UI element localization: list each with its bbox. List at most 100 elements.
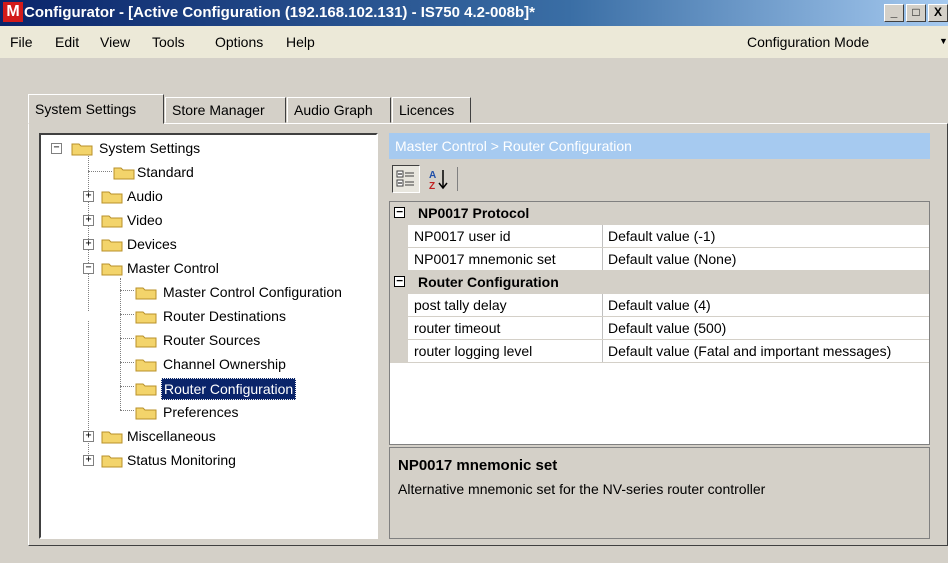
row-margin bbox=[390, 294, 408, 317]
collapse-icon[interactable]: − bbox=[51, 143, 62, 154]
folder-icon bbox=[135, 359, 157, 372]
folder-icon bbox=[135, 335, 157, 348]
menu-tools[interactable]: Tools bbox=[152, 34, 185, 50]
tree-label: Standard bbox=[137, 164, 194, 180]
property-grid[interactable]: − NP0017 Protocol NP0017 user id Default… bbox=[389, 201, 930, 445]
expand-icon[interactable]: + bbox=[83, 239, 94, 250]
expand-icon[interactable]: + bbox=[83, 215, 94, 226]
tree-node-router-destinations[interactable]: Router Destinations bbox=[41, 306, 371, 326]
menu-view[interactable]: View bbox=[100, 34, 130, 50]
property-value[interactable]: Default value (None) bbox=[602, 248, 736, 271]
category-router-configuration[interactable]: − Router Configuration bbox=[390, 271, 929, 294]
folder-icon bbox=[135, 311, 157, 324]
tree-label: Devices bbox=[127, 236, 177, 252]
category-np0017-protocol[interactable]: − NP0017 Protocol bbox=[390, 202, 929, 225]
tree-node-system-settings[interactable]: − System Settings bbox=[41, 138, 371, 158]
row-margin bbox=[390, 248, 408, 271]
categorized-icon bbox=[396, 170, 414, 187]
menu-file[interactable]: File bbox=[10, 34, 33, 50]
property-row[interactable]: post tally delay Default value (4) bbox=[390, 294, 929, 317]
minimize-button[interactable]: _ bbox=[884, 4, 904, 22]
tab-system-settings[interactable]: System Settings bbox=[28, 94, 164, 124]
property-name: NP0017 user id bbox=[414, 228, 511, 244]
menu-help[interactable]: Help bbox=[286, 34, 315, 50]
collapse-icon[interactable]: − bbox=[83, 263, 94, 274]
tree-node-standard[interactable]: Standard bbox=[41, 162, 371, 182]
tab-audio-graph[interactable]: Audio Graph bbox=[287, 97, 391, 123]
property-grid-toolbar: A Z bbox=[389, 159, 930, 201]
folder-icon bbox=[101, 191, 123, 204]
help-panel: NP0017 mnemonic set Alternative mnemonic… bbox=[389, 447, 930, 539]
folder-icon bbox=[135, 287, 157, 300]
property-value[interactable]: Default value (Fatal and important messa… bbox=[602, 340, 891, 363]
row-separator bbox=[408, 362, 929, 363]
category-label: NP0017 Protocol bbox=[418, 205, 530, 221]
folder-icon bbox=[101, 431, 123, 444]
row-margin bbox=[390, 340, 408, 363]
close-button[interactable]: X bbox=[928, 4, 948, 22]
mode-select[interactable]: Configuration Mode ▼ bbox=[735, 26, 948, 58]
tree-node-channel-ownership[interactable]: Channel Ownership bbox=[41, 354, 371, 374]
tree-node-miscellaneous[interactable]: + Miscellaneous bbox=[41, 426, 371, 446]
tree-node-master-control[interactable]: − Master Control bbox=[41, 258, 371, 278]
tree-node-master-control-configuration[interactable]: Master Control Configuration bbox=[41, 282, 376, 302]
tree-node-router-sources[interactable]: Router Sources bbox=[41, 330, 371, 350]
property-row[interactable]: router logging level Default value (Fata… bbox=[390, 340, 929, 363]
category-label: Router Configuration bbox=[418, 274, 559, 290]
property-name: router timeout bbox=[414, 320, 501, 336]
tree-node-router-configuration[interactable]: Router Configuration bbox=[41, 378, 371, 400]
categorized-button[interactable] bbox=[392, 165, 420, 193]
property-value[interactable]: Default value (4) bbox=[602, 294, 711, 317]
tree-label: System Settings bbox=[99, 140, 201, 156]
dropdown-arrow-icon[interactable]: ▼ bbox=[939, 36, 948, 46]
svg-text:A: A bbox=[429, 170, 436, 181]
maximize-button[interactable]: □ bbox=[906, 4, 926, 22]
settings-tree[interactable]: − System Settings Standard + Audio + Vid… bbox=[39, 133, 378, 539]
property-value[interactable]: Default value (-1) bbox=[602, 225, 715, 248]
property-row[interactable]: NP0017 mnemonic set Default value (None) bbox=[390, 248, 929, 271]
expand-icon[interactable]: + bbox=[83, 191, 94, 202]
window-title: Configurator - [Active Configuration (19… bbox=[24, 4, 535, 21]
title-bar: M Configurator - [Active Configuration (… bbox=[0, 0, 948, 26]
folder-icon bbox=[135, 407, 157, 420]
tree-label: Status Monitoring bbox=[127, 452, 236, 468]
property-row[interactable]: NP0017 user id Default value (-1) bbox=[390, 225, 929, 248]
expand-icon[interactable]: + bbox=[83, 455, 94, 466]
help-description: Alternative mnemonic set for the NV-seri… bbox=[398, 481, 766, 497]
collapse-category-icon[interactable]: − bbox=[394, 275, 405, 287]
folder-icon bbox=[101, 215, 123, 228]
collapse-category-icon[interactable]: − bbox=[394, 206, 405, 218]
menu-edit[interactable]: Edit bbox=[55, 34, 79, 50]
tree-node-audio[interactable]: + Audio bbox=[41, 186, 371, 206]
property-row[interactable]: router timeout Default value (500) bbox=[390, 317, 929, 340]
window-controls: _ □ X bbox=[882, 4, 948, 22]
tree-label: Master Control bbox=[127, 260, 219, 276]
tree-node-video[interactable]: + Video bbox=[41, 210, 371, 230]
folder-icon bbox=[101, 263, 123, 276]
tree-label-selected: Router Configuration bbox=[161, 378, 297, 400]
expand-icon[interactable]: + bbox=[83, 431, 94, 442]
mode-select-value: Configuration Mode bbox=[747, 34, 870, 50]
tree-node-devices[interactable]: + Devices bbox=[41, 234, 371, 254]
tree-label: Master Control Configuration bbox=[163, 284, 342, 300]
property-value[interactable]: Default value (500) bbox=[602, 317, 726, 340]
folder-icon bbox=[101, 239, 123, 252]
tab-licences[interactable]: Licences bbox=[392, 97, 471, 123]
tree-node-status-monitoring[interactable]: + Status Monitoring bbox=[41, 450, 371, 470]
breadcrumb: Master Control > Router Configuration bbox=[389, 133, 930, 159]
menu-options[interactable]: Options bbox=[215, 34, 263, 50]
property-name: post tally delay bbox=[414, 297, 507, 313]
property-name: router logging level bbox=[414, 343, 533, 359]
folder-icon bbox=[113, 167, 135, 180]
app-logo-icon: M bbox=[3, 2, 23, 22]
folder-icon bbox=[101, 455, 123, 468]
row-margin bbox=[390, 317, 408, 340]
tab-store-manager[interactable]: Store Manager bbox=[165, 97, 286, 123]
toolbar-separator bbox=[457, 167, 458, 191]
tree-label: Video bbox=[127, 212, 163, 228]
tree-node-preferences[interactable]: Preferences bbox=[41, 402, 371, 422]
tree-label: Miscellaneous bbox=[127, 428, 216, 444]
tree-label: Router Sources bbox=[163, 332, 261, 348]
alphabetical-button[interactable]: A Z bbox=[424, 165, 452, 193]
folder-icon bbox=[71, 143, 93, 156]
